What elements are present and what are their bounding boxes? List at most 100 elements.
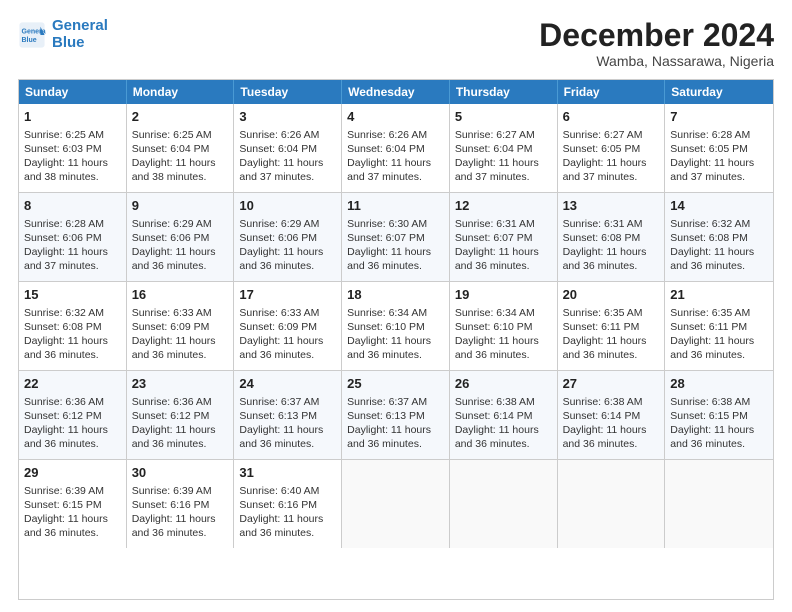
day-info: Sunrise: 6:38 AM Sunset: 6:14 PM Dayligh… <box>563 396 647 451</box>
day-number: 30 <box>132 464 229 482</box>
day-header-wednesday: Wednesday <box>342 80 450 104</box>
day-header-thursday: Thursday <box>450 80 558 104</box>
day-info: Sunrise: 6:39 AM Sunset: 6:16 PM Dayligh… <box>132 485 216 540</box>
logo: General Blue General Blue <box>18 18 108 51</box>
calendar-cell: 12 Sunrise: 6:31 AM Sunset: 6:07 PM Dayli… <box>450 193 558 281</box>
location: Wamba, Nassarawa, Nigeria <box>539 53 774 69</box>
day-info: Sunrise: 6:37 AM Sunset: 6:13 PM Dayligh… <box>347 396 431 451</box>
day-number: 8 <box>24 197 121 215</box>
day-number: 19 <box>455 286 552 304</box>
day-number: 25 <box>347 375 444 393</box>
calendar: SundayMondayTuesdayWednesdayThursdayFrid… <box>18 79 774 600</box>
day-info: Sunrise: 6:28 AM Sunset: 6:06 PM Dayligh… <box>24 218 108 273</box>
day-header-saturday: Saturday <box>665 80 773 104</box>
day-number: 9 <box>132 197 229 215</box>
logo-line1: General <box>52 17 108 34</box>
day-number: 6 <box>563 108 660 126</box>
calendar-cell: 27 Sunrise: 6:38 AM Sunset: 6:14 PM Dayli… <box>558 371 666 459</box>
day-number: 5 <box>455 108 552 126</box>
day-number: 4 <box>347 108 444 126</box>
day-number: 18 <box>347 286 444 304</box>
calendar-cell: 6 Sunrise: 6:27 AM Sunset: 6:05 PM Daylig… <box>558 104 666 192</box>
day-info: Sunrise: 6:26 AM Sunset: 6:04 PM Dayligh… <box>239 129 323 184</box>
calendar-cell: 4 Sunrise: 6:26 AM Sunset: 6:04 PM Daylig… <box>342 104 450 192</box>
day-info: Sunrise: 6:31 AM Sunset: 6:07 PM Dayligh… <box>455 218 539 273</box>
day-info: Sunrise: 6:36 AM Sunset: 6:12 PM Dayligh… <box>132 396 216 451</box>
day-info: Sunrise: 6:35 AM Sunset: 6:11 PM Dayligh… <box>670 307 754 362</box>
calendar-cell: 10Sunrise: 6:29 AM Sunset: 6:06 PM Dayli… <box>234 193 342 281</box>
calendar-cell: 24Sunrise: 6:37 AM Sunset: 6:13 PM Dayli… <box>234 371 342 459</box>
day-number: 2 <box>132 108 229 126</box>
day-info: Sunrise: 6:34 AM Sunset: 6:10 PM Dayligh… <box>455 307 539 362</box>
day-number: 20 <box>563 286 660 304</box>
day-number: 1 <box>24 108 121 126</box>
day-number: 27 <box>563 375 660 393</box>
calendar-cell: 29 Sunrise: 6:39 AM Sunset: 6:15 PM Dayli… <box>19 460 127 548</box>
calendar-cell: 23 Sunrise: 6:36 AM Sunset: 6:12 PM Dayli… <box>127 371 235 459</box>
calendar-cell: 7Sunrise: 6:28 AM Sunset: 6:05 PM Daylig… <box>665 104 773 192</box>
day-header-monday: Monday <box>127 80 235 104</box>
day-info: Sunrise: 6:30 AM Sunset: 6:07 PM Dayligh… <box>347 218 431 273</box>
calendar-cell: 14Sunrise: 6:32 AM Sunset: 6:08 PM Dayli… <box>665 193 773 281</box>
svg-text:Blue: Blue <box>22 37 37 44</box>
calendar-cell: 21 Sunrise: 6:35 AM Sunset: 6:11 PM Dayli… <box>665 282 773 370</box>
day-number: 12 <box>455 197 552 215</box>
day-header-tuesday: Tuesday <box>234 80 342 104</box>
calendar-cell: 13Sunrise: 6:31 AM Sunset: 6:08 PM Dayli… <box>558 193 666 281</box>
calendar-week-0: 1 Sunrise: 6:25 AM Sunset: 6:03 PM Daylig… <box>19 104 773 192</box>
calendar-cell <box>450 460 558 548</box>
day-info: Sunrise: 6:29 AM Sunset: 6:06 PM Dayligh… <box>132 218 216 273</box>
calendar-cell: 15Sunrise: 6:32 AM Sunset: 6:08 PM Dayli… <box>19 282 127 370</box>
calendar-cell: 17 Sunrise: 6:33 AM Sunset: 6:09 PM Dayli… <box>234 282 342 370</box>
day-number: 7 <box>670 108 768 126</box>
day-number: 29 <box>24 464 121 482</box>
day-info: Sunrise: 6:32 AM Sunset: 6:08 PM Dayligh… <box>670 218 754 273</box>
day-header-sunday: Sunday <box>19 80 127 104</box>
calendar-cell: 16 Sunrise: 6:33 AM Sunset: 6:09 PM Dayli… <box>127 282 235 370</box>
calendar-cell: 26 Sunrise: 6:38 AM Sunset: 6:14 PM Dayli… <box>450 371 558 459</box>
calendar-cell: 1 Sunrise: 6:25 AM Sunset: 6:03 PM Daylig… <box>19 104 127 192</box>
logo-text: General Blue <box>52 18 108 51</box>
day-number: 21 <box>670 286 768 304</box>
calendar-cell: 22 Sunrise: 6:36 AM Sunset: 6:12 PM Dayli… <box>19 371 127 459</box>
calendar-cell: 28 Sunrise: 6:38 AM Sunset: 6:15 PM Dayli… <box>665 371 773 459</box>
day-info: Sunrise: 6:38 AM Sunset: 6:14 PM Dayligh… <box>455 396 539 451</box>
calendar-body: 1 Sunrise: 6:25 AM Sunset: 6:03 PM Daylig… <box>19 104 773 548</box>
calendar-cell: 31Sunrise: 6:40 AM Sunset: 6:16 PM Dayli… <box>234 460 342 548</box>
day-info: Sunrise: 6:38 AM Sunset: 6:15 PM Dayligh… <box>670 396 754 451</box>
day-info: Sunrise: 6:39 AM Sunset: 6:15 PM Dayligh… <box>24 485 108 540</box>
day-number: 31 <box>239 464 336 482</box>
day-number: 11 <box>347 197 444 215</box>
day-number: 26 <box>455 375 552 393</box>
calendar-cell <box>558 460 666 548</box>
day-info: Sunrise: 6:33 AM Sunset: 6:09 PM Dayligh… <box>239 307 323 362</box>
page: General Blue General Blue December 2024 … <box>0 0 792 612</box>
day-info: Sunrise: 6:27 AM Sunset: 6:05 PM Dayligh… <box>563 129 647 184</box>
calendar-week-3: 22 Sunrise: 6:36 AM Sunset: 6:12 PM Dayli… <box>19 370 773 459</box>
day-info: Sunrise: 6:37 AM Sunset: 6:13 PM Dayligh… <box>239 396 323 451</box>
calendar-cell: 11 Sunrise: 6:30 AM Sunset: 6:07 PM Dayli… <box>342 193 450 281</box>
day-number: 16 <box>132 286 229 304</box>
day-number: 17 <box>239 286 336 304</box>
day-number: 23 <box>132 375 229 393</box>
day-info: Sunrise: 6:33 AM Sunset: 6:09 PM Dayligh… <box>132 307 216 362</box>
header: General Blue General Blue December 2024 … <box>18 18 774 69</box>
calendar-cell: 19 Sunrise: 6:34 AM Sunset: 6:10 PM Dayli… <box>450 282 558 370</box>
day-number: 3 <box>239 108 336 126</box>
calendar-cell <box>342 460 450 548</box>
logo-icon: General Blue <box>18 21 46 49</box>
day-info: Sunrise: 6:25 AM Sunset: 6:04 PM Dayligh… <box>132 129 216 184</box>
calendar-cell: 30 Sunrise: 6:39 AM Sunset: 6:16 PM Dayli… <box>127 460 235 548</box>
calendar-week-2: 15Sunrise: 6:32 AM Sunset: 6:08 PM Dayli… <box>19 281 773 370</box>
day-info: Sunrise: 6:26 AM Sunset: 6:04 PM Dayligh… <box>347 129 431 184</box>
day-info: Sunrise: 6:36 AM Sunset: 6:12 PM Dayligh… <box>24 396 108 451</box>
day-info: Sunrise: 6:34 AM Sunset: 6:10 PM Dayligh… <box>347 307 431 362</box>
calendar-cell <box>665 460 773 548</box>
day-info: Sunrise: 6:27 AM Sunset: 6:04 PM Dayligh… <box>455 129 539 184</box>
calendar-cell: 20Sunrise: 6:35 AM Sunset: 6:11 PM Dayli… <box>558 282 666 370</box>
day-number: 10 <box>239 197 336 215</box>
day-info: Sunrise: 6:25 AM Sunset: 6:03 PM Dayligh… <box>24 129 108 184</box>
day-number: 22 <box>24 375 121 393</box>
day-number: 28 <box>670 375 768 393</box>
day-number: 13 <box>563 197 660 215</box>
